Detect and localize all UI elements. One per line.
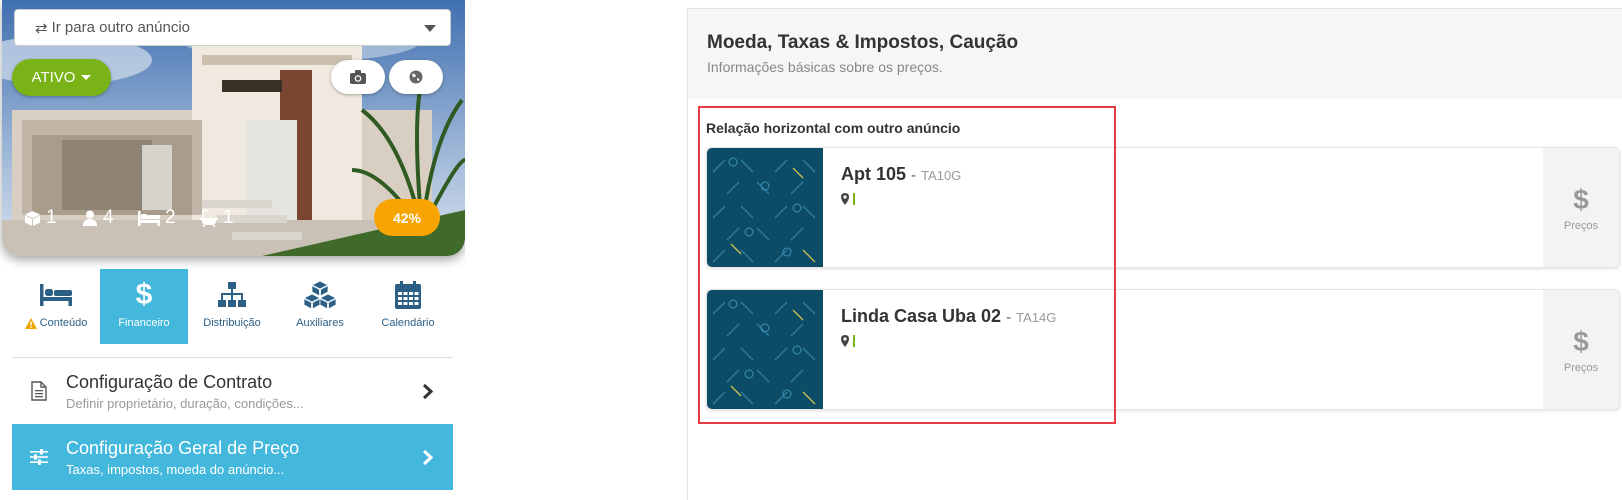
feature-units: 1 (24, 206, 57, 230)
menu-item-price-config[interactable]: Configuração Geral de Preço Taxas, impos… (12, 424, 453, 490)
completion-badge: 42% (374, 199, 440, 236)
status-dropdown[interactable]: ATIVO (12, 59, 111, 96)
tab-financeiro-label: Financeiro (118, 317, 170, 329)
caret-down-icon (81, 75, 92, 80)
box-icon (25, 210, 40, 226)
menu-item-subtitle: Definir proprietário, duração, condições… (66, 395, 304, 411)
feature-guests-value: 4 (103, 207, 114, 228)
panel-header: Moeda, Taxas & Impostos, Caução Informaç… (688, 9, 1622, 99)
feature-guests: 4 (82, 206, 114, 230)
prices-button[interactable]: $ Preços (1543, 148, 1619, 267)
chevron-down-icon (424, 25, 436, 32)
globe-icon (409, 70, 423, 84)
cubes-icon (304, 281, 336, 309)
tab-distribuicao[interactable]: Distribuição (188, 269, 276, 344)
tab-calendario-label: Calendário (381, 317, 435, 329)
panel-subtitle: Informações básicas sobre os preços. (707, 59, 943, 75)
tab-calendario[interactable]: Calendário (364, 269, 452, 344)
warning-icon (24, 317, 37, 329)
feature-units-value: 1 (46, 207, 57, 228)
dollar-icon: $ (1573, 325, 1589, 357)
bed-icon (40, 284, 72, 306)
sitemap-icon (218, 282, 246, 307)
tab-financeiro[interactable]: $ Financeiro (100, 269, 188, 344)
prices-label: Preços (1563, 219, 1599, 232)
feature-baths: 1 (200, 206, 234, 230)
globe-button[interactable] (389, 60, 443, 94)
dollar-icon: $ (135, 278, 153, 311)
section-tabs: Conteúdo $ Financeiro Distribuição Auxil… (12, 269, 452, 344)
listing-sidebar: ⇄ Ir para outro anúncio ATIVO 1 4 2 1 42… (0, 0, 465, 500)
chevron-right-icon (422, 449, 433, 466)
highlight-box (698, 106, 1116, 424)
camera-button[interactable] (331, 60, 385, 94)
user-icon (83, 210, 97, 226)
menu-item-subtitle: Taxas, impostos, moeda do anúncio... (66, 461, 285, 477)
chevron-right-icon (422, 383, 433, 400)
tab-conteudo[interactable]: Conteúdo (12, 269, 100, 344)
feature-baths-value: 1 (223, 207, 234, 228)
document-icon (31, 381, 47, 401)
listing-switcher-label: Ir para outro anúncio (51, 19, 190, 36)
prices-label: Preços (1563, 361, 1599, 374)
dollar-icon: $ (1573, 183, 1589, 215)
gutter (465, 0, 687, 500)
tab-auxiliares[interactable]: Auxiliares (276, 269, 364, 344)
swap-icon: ⇄ (35, 19, 48, 37)
menu-item-contract-config[interactable]: Configuração de Contrato Definir proprie… (12, 358, 453, 424)
panel-title: Moeda, Taxas & Impostos, Caução (707, 32, 1019, 53)
tab-distribuicao-label: Distribuição (203, 317, 261, 329)
feature-beds: 2 (138, 206, 176, 230)
sliders-icon (30, 449, 48, 465)
camera-icon (350, 70, 366, 84)
status-label: ATIVO (31, 69, 76, 86)
bathtub-icon (200, 209, 218, 227)
tab-auxiliares-label: Auxiliares (296, 317, 344, 329)
bed-icon (138, 211, 160, 226)
menu-item-title: Configuração de Contrato (66, 371, 273, 392)
tab-conteudo-label: Conteúdo (39, 317, 88, 329)
prices-button[interactable]: $ Preços (1543, 290, 1619, 409)
calendar-icon (395, 281, 421, 309)
feature-beds-value: 2 (165, 207, 176, 228)
listing-switcher[interactable]: ⇄ Ir para outro anúncio (14, 9, 451, 46)
menu-item-title: Configuração Geral de Preço (66, 437, 300, 458)
